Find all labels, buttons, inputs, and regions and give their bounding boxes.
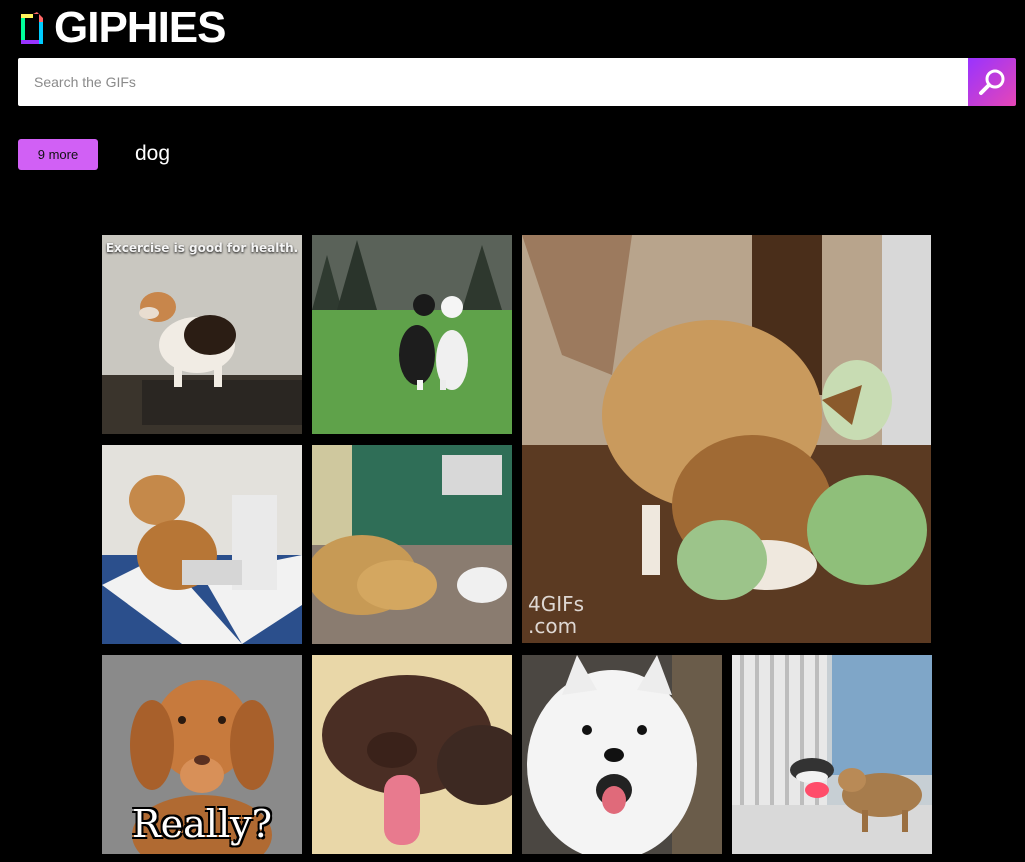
- gif-watermark: 4GIFs .com: [528, 592, 585, 638]
- gif-tile-golden[interactable]: [312, 445, 512, 644]
- gif-caption: Excercise is good for health.: [105, 241, 299, 255]
- search-input[interactable]: [18, 58, 968, 106]
- gif-tile-vizsla[interactable]: Really?: [102, 655, 302, 854]
- gif-tile-corgi[interactable]: 4GIFs .com: [522, 235, 931, 643]
- gif-tile-shiba[interactable]: [102, 445, 302, 644]
- gif-caption: Really?: [132, 802, 272, 846]
- gif-tile-samoyed[interactable]: [522, 655, 722, 854]
- gif-image: [312, 445, 512, 644]
- gif-image: [312, 655, 512, 854]
- search-bar: [18, 58, 1016, 106]
- gif-image: [102, 445, 302, 644]
- gif-tile-cat-dog[interactable]: [732, 655, 932, 854]
- gif-tile-two-dogs[interactable]: [312, 235, 512, 434]
- gif-tile-sleeping-dog[interactable]: [312, 655, 512, 854]
- app: GIPHIES 9 more dog Excercise is good for…: [0, 0, 1025, 862]
- search-query-label: dog: [135, 142, 171, 165]
- gif-tile-beagle[interactable]: Excercise is good for health.: [102, 235, 302, 434]
- gif-image: [102, 235, 302, 434]
- app-title: GIPHIES: [54, 3, 226, 52]
- search-icon: [979, 69, 1005, 95]
- more-tags-button[interactable]: 9 more: [18, 139, 98, 170]
- logo[interactable]: GIPHIES: [18, 6, 226, 50]
- gif-image: [522, 235, 931, 643]
- gif-image: [312, 235, 512, 434]
- giphy-logo-icon: [21, 12, 43, 44]
- gif-image: [732, 655, 932, 854]
- gif-image: [522, 655, 722, 854]
- search-button[interactable]: [968, 58, 1016, 106]
